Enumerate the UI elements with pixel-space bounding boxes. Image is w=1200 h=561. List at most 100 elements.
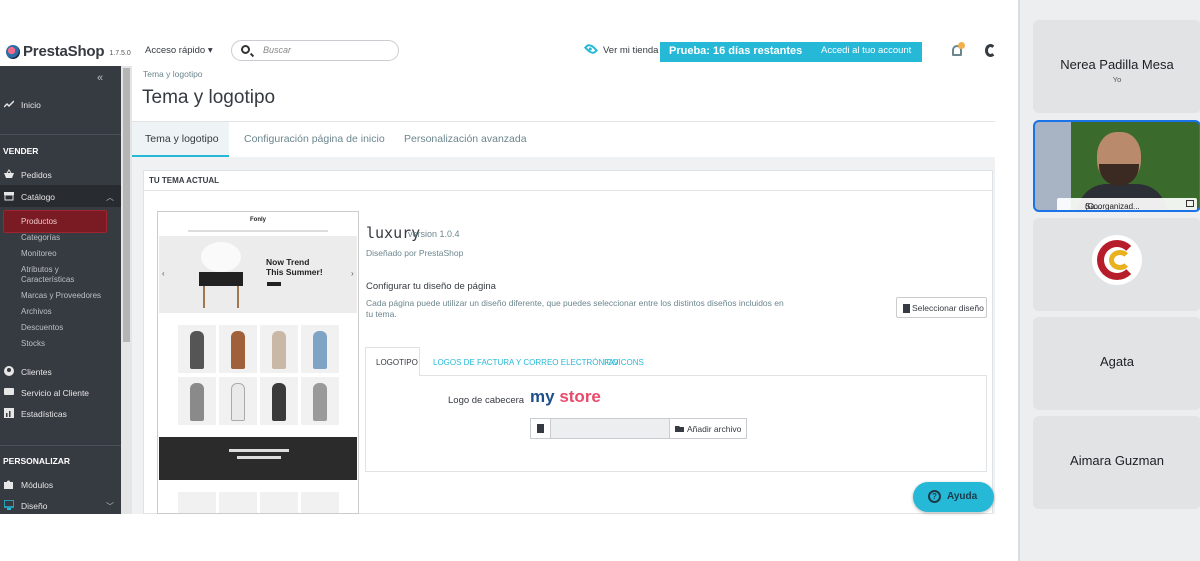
chevron-right-icon: › (351, 269, 354, 278)
sidebar: « Inicio VENDER Pedidos Catálogo ︿ Produ… (0, 66, 121, 514)
logo-subtabs: LOGOTIPO LOGOS DE FACTURA Y CORREO ELECT… (365, 347, 987, 377)
help-button[interactable]: ? Ayuda (913, 482, 994, 512)
add-file-button[interactable]: Añadir archivo (669, 418, 747, 439)
section-personalizar: PERSONALIZAR (3, 456, 71, 466)
tab-personalizacion-avanzada[interactable]: Personalización avanzada (404, 133, 527, 145)
participant-tile[interactable]: Aimara Guzman (1033, 416, 1200, 509)
preview-figure (313, 331, 327, 369)
page-tabs: Tema y logotipo Configuración página de … (132, 121, 995, 158)
sidebar-subitem-productos[interactable]: Productos (3, 210, 107, 233)
store-logo-store: store (559, 387, 601, 406)
select-layout-button[interactable]: Seleccionar diseño (896, 297, 987, 318)
preview-hero-button (267, 282, 281, 286)
participant-video[interactable]: Sa... (Coorganizad... (1033, 120, 1200, 212)
panel-header: TU TEMA ACTUAL (144, 171, 992, 191)
top-header: PrestaShop 1.7.5.0 Acceso rápido ▾ Busca… (0, 36, 1010, 66)
preview-chair-back (201, 242, 241, 272)
trial-text: Prueba: 16 días restantes (669, 45, 803, 57)
sidebar-item-label: Pedidos (21, 170, 52, 180)
bar-chart-icon (4, 408, 14, 418)
participant-name: Agata (1100, 354, 1134, 369)
sidebar-item-label: Estadísticas (21, 409, 67, 419)
participant-note: Yo (1112, 75, 1122, 84)
preview-figure (190, 331, 204, 369)
preview-figure (190, 383, 204, 421)
participant-tile[interactable]: Agata (1033, 317, 1200, 410)
search-input[interactable]: Buscar (231, 40, 399, 61)
preview-product (178, 325, 216, 373)
theme-preview-image: Fonly Now Trend This Summer! ‹ › (157, 211, 359, 514)
sidebar-subitem-stocks[interactable]: Stocks (21, 339, 45, 349)
tab-configuracion-inicio[interactable]: Configuración página de inicio (244, 133, 385, 145)
quick-access-dropdown[interactable]: Acceso rápido ▾ (145, 45, 213, 56)
subtab-logotipo[interactable]: LOGOTIPO (365, 347, 420, 377)
chat-icon (4, 388, 14, 395)
subtab-label: LOGOTIPO (376, 358, 418, 367)
preview-banner-text (229, 449, 289, 452)
preview-figure (313, 383, 327, 421)
preview-product (178, 492, 216, 513)
user-menu-icon[interactable] (985, 44, 996, 57)
tab-label: Tema y logotipo (145, 133, 219, 145)
puzzle-icon (4, 480, 13, 489)
preview-figure (272, 331, 286, 369)
preview-banner-text (237, 456, 281, 459)
sidebar-subitem-archivos[interactable]: Archivos (21, 307, 52, 317)
prestashop-logo[interactable]: PrestaShop 1.7.5.0 (6, 43, 131, 60)
divider (0, 445, 121, 446)
preview-hero: Now Trend This Summer! ‹ › (159, 236, 357, 313)
preview-product (301, 325, 339, 373)
monitor-icon (4, 500, 14, 510)
sidebar-subitem-marcas[interactable]: Marcas y Proveedores (21, 291, 101, 301)
preview-product (301, 492, 339, 513)
avatar-logo-inner (1109, 250, 1131, 270)
section-vender: VENDER (3, 146, 39, 156)
preview-clothes (199, 272, 243, 286)
participant-tile[interactable]: Nerea Padilla Mesa Yo (1033, 20, 1200, 113)
preview-product (301, 377, 339, 425)
preview-product (219, 377, 257, 425)
video-name-bar: Sa... (Coorganizad... (1057, 198, 1197, 211)
chevron-left-icon: ‹ (162, 269, 165, 278)
breadcrumb[interactable]: Tema y logotipo (143, 69, 203, 79)
preview-product (260, 377, 298, 425)
view-store-link[interactable]: Ver mi tienda (603, 45, 658, 56)
participants-panel: Nerea Padilla Mesa Yo Sa... (Coorganizad… (1018, 0, 1200, 561)
sidebar-item-label: Inicio (21, 100, 41, 110)
sidebar-item-label: Catálogo (21, 192, 56, 202)
sidebar-subitem-atributos[interactable]: Atributos y Características (21, 265, 101, 285)
store-logo-my: my (530, 387, 555, 406)
chevron-down-icon: ﹀ (106, 502, 114, 511)
tab-tema-logotipo[interactable]: Tema y logotipo (132, 122, 229, 158)
layout-description: Cada página puede utilizar un diseño dif… (366, 298, 784, 319)
subtab-favicons[interactable]: FAVICONS (604, 358, 644, 367)
file-icon-box (531, 419, 551, 438)
participant-role: (Coorganizad... (1085, 202, 1140, 211)
preview-figure (231, 383, 245, 421)
preview-product (219, 492, 257, 513)
scrollbar-thumb[interactable] (123, 68, 130, 342)
prestashop-logo-icon (6, 44, 20, 59)
select-layout-label: Seleccionar diseño (912, 303, 984, 313)
participant-tile[interactable] (1033, 218, 1200, 311)
sidebar-subitem-monitoreo[interactable]: Monitoreo (21, 249, 57, 259)
sidebar-subitem-descuentos[interactable]: Descuentos (21, 323, 63, 333)
chevron-up-icon: ︿ (106, 193, 114, 202)
participant-name: Nerea Padilla Mesa (1060, 57, 1174, 72)
preview-figure (272, 383, 286, 421)
file-input[interactable] (530, 418, 670, 439)
help-label: Ayuda (947, 491, 978, 502)
collapse-sidebar-icon[interactable]: « (97, 72, 103, 84)
search-placeholder: Buscar (263, 45, 292, 55)
sidebar-subitem-categorias[interactable]: Categorías (21, 233, 60, 243)
subtab-logos-factura[interactable]: LOGOS DE FACTURA Y CORREO ELECTRÓNICO (433, 358, 619, 367)
user-icon (4, 366, 14, 376)
sidebar-scrollbar[interactable] (121, 66, 132, 514)
store-icon (4, 192, 14, 201)
preview-logo: Fonly (250, 217, 266, 223)
sidebar-item-label: Módulos (21, 480, 54, 490)
store-logo: my store (530, 387, 601, 407)
account-link[interactable]: Accedi al tuo account (821, 45, 911, 56)
share-icon[interactable] (1186, 200, 1194, 207)
page-title: Tema y logotipo (142, 87, 276, 108)
